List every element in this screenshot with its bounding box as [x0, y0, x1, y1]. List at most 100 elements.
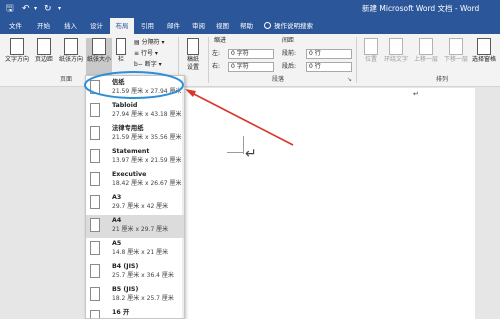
paper-size-dimensions: 21.59 厘米 x 35.56 厘米	[112, 134, 182, 141]
indent-heading: 缩进	[214, 37, 227, 44]
paragraph-mark-icon: ↵	[245, 146, 257, 162]
paper-size-dimensions: 27.94 厘米 x 43.18 厘米	[112, 111, 182, 118]
tab-file[interactable]: 文件	[7, 18, 24, 34]
spacing-after-label: 段后:	[282, 63, 297, 70]
page-thumbnail-icon	[90, 264, 100, 278]
orientation-icon	[64, 38, 78, 55]
paper-size-dropdown: 信纸 21.59 厘米 x 27.94 厘米 Tabloid 27.94 厘米 x 4…	[85, 75, 185, 319]
selection-pane-label: 选择窗格	[471, 56, 496, 63]
bring-forward-button[interactable]: 上移一层	[412, 38, 440, 64]
text-direction-label: 文字方向	[4, 56, 29, 63]
wrap-text-button[interactable]: 环绕文字	[382, 38, 410, 64]
paper-size-name: Tabloid	[112, 102, 138, 109]
page-thumbnail-icon	[90, 310, 100, 318]
document-page[interactable]: ↵ ↵	[185, 88, 475, 319]
ribbon-tabs: 文件 开始 插入 设计 布局 引用 邮件 审阅 视图 帮助 操作说明搜索	[0, 18, 500, 34]
spacing-before-label: 段前:	[282, 50, 297, 57]
tab-review[interactable]: 审阅	[190, 18, 207, 34]
group-label-arrange: 排列	[436, 76, 449, 83]
indent-left-label: 左:	[212, 50, 221, 57]
paragraph-dialog-launcher-icon[interactable]: ↘	[347, 76, 352, 84]
line-numbers-label: 行号	[140, 50, 153, 57]
paper-size-name: B5 (JIS)	[112, 286, 139, 293]
margins-label: 页边距	[34, 56, 53, 63]
paper-size-option[interactable]: A4 21 厘米 x 29.7 厘米	[86, 215, 184, 238]
paper-size-name: A4	[112, 217, 122, 224]
columns-label: 栏	[117, 56, 124, 63]
paper-size-option[interactable]: 法律专用纸 21.59 厘米 x 35.56 厘米	[86, 123, 184, 146]
paper-size-option[interactable]: 16 开	[86, 307, 184, 318]
tab-insert[interactable]: 插入	[62, 18, 79, 34]
tab-design[interactable]: 设计	[88, 18, 105, 34]
breaks-button[interactable]: ▤ 分隔符 ▾	[134, 39, 165, 47]
paper-size-dimensions: 13.97 厘米 x 21.59 厘米	[112, 157, 182, 164]
page-thumbnail-icon	[90, 172, 100, 186]
spacing-before-input[interactable]: 0 行	[306, 49, 352, 59]
page-thumbnail-icon	[90, 149, 100, 163]
paper-size-option[interactable]: B5 (JIS) 18.2 厘米 x 25.7 厘米	[86, 284, 184, 307]
tell-me-search[interactable]: 操作说明搜索	[262, 18, 315, 34]
undo-dropdown-icon[interactable]: ▾	[34, 3, 37, 15]
hyphenation-label: 断字	[144, 61, 157, 68]
save-icon[interactable]: 🖫	[6, 3, 14, 15]
paper-size-dimensions: 18.2 厘米 x 25.7 厘米	[112, 295, 174, 302]
page-thumbnail-icon	[90, 80, 100, 94]
lightbulb-icon	[264, 22, 271, 29]
text-direction-button[interactable]: 文字方向	[4, 38, 30, 64]
paper-size-option[interactable]: Statement 13.97 厘米 x 21.59 厘米	[86, 146, 184, 169]
tab-references[interactable]: 引用	[139, 18, 156, 34]
position-button[interactable]: 位置	[362, 38, 380, 64]
paper-size-dimensions: 29.7 厘米 x 42 厘米	[112, 203, 169, 210]
size-button[interactable]: 纸张大小	[86, 38, 112, 76]
paper-size-dimensions: 14.8 厘米 x 21 厘米	[112, 249, 169, 256]
paper-size-option[interactable]: A3 29.7 厘米 x 42 厘米	[86, 192, 184, 215]
columns-button[interactable]: 栏	[114, 38, 128, 64]
hyphenation-icon: b−	[134, 61, 145, 68]
group-label-paragraph: 段落	[272, 76, 285, 83]
tab-home[interactable]: 开始	[35, 18, 52, 34]
spacing-after-value: 0 行	[309, 63, 321, 70]
paper-size-option[interactable]: 信纸 21.59 厘米 x 27.94 厘米	[86, 77, 184, 100]
group-separator	[356, 37, 357, 83]
page-thumbnail-icon	[90, 287, 100, 301]
tab-mailings[interactable]: 邮件	[165, 18, 182, 34]
hyphenation-button[interactable]: b− 断字 ▾	[134, 61, 162, 69]
title-bar: 🖫 ↶ ▾ ↻ ▾ 新建 Microsoft Word 文档 - Word	[0, 0, 500, 18]
paper-size-option[interactable]: A5 14.8 厘米 x 21 厘米	[86, 238, 184, 261]
position-icon	[364, 38, 378, 55]
indent-left-value: 0 字符	[231, 50, 249, 57]
spacing-heading: 间距	[282, 37, 295, 44]
paper-size-icon	[92, 38, 106, 55]
position-label: 位置	[364, 56, 377, 63]
spacing-after-input[interactable]: 0 行	[306, 62, 352, 72]
tab-layout[interactable]: 布局	[110, 18, 134, 34]
tab-view[interactable]: 视图	[214, 18, 231, 34]
line-numbers-button[interactable]: ≡ 行号 ▾	[134, 50, 158, 58]
selection-pane-button[interactable]: 选择窗格	[470, 38, 498, 64]
orientation-label: 纸张方向	[58, 56, 83, 63]
paper-size-option[interactable]: Tabloid 27.94 厘米 x 43.18 厘米	[86, 100, 184, 123]
customize-toolbar-icon[interactable]: ▾	[58, 3, 61, 15]
margins-button[interactable]: 页边距	[32, 38, 56, 64]
wrap-text-label: 环绕文字	[383, 56, 408, 63]
orientation-button[interactable]: 纸张方向	[58, 38, 84, 64]
manuscript-label-line2: 设置	[186, 64, 199, 71]
breaks-label: 分隔符	[141, 39, 160, 46]
indent-right-input[interactable]: 0 字符	[228, 62, 274, 72]
indent-left-input[interactable]: 0 字符	[228, 49, 274, 59]
paper-size-option[interactable]: B4 (JIS) 25.7 厘米 x 36.4 厘米	[86, 261, 184, 284]
send-backward-button[interactable]: 下移一层	[442, 38, 470, 64]
group-label-page-setup: 页面	[60, 76, 73, 83]
crop-mark	[227, 152, 243, 153]
undo-icon[interactable]: ↶	[22, 3, 30, 15]
bring-forward-label: 上移一层	[413, 56, 438, 63]
text-direction-icon	[10, 38, 24, 55]
redo-icon[interactable]: ↻	[44, 3, 52, 15]
page-thumbnail-icon	[90, 195, 100, 209]
send-backward-icon	[449, 38, 463, 55]
paper-size-name: A5	[112, 240, 122, 247]
tab-help[interactable]: 帮助	[238, 18, 255, 34]
manuscript-settings-button[interactable]: 稿纸 设置	[182, 38, 204, 72]
breaks-icon: ▤	[134, 39, 142, 46]
paper-size-option[interactable]: Executive 18.42 厘米 x 26.67 厘米	[86, 169, 184, 192]
